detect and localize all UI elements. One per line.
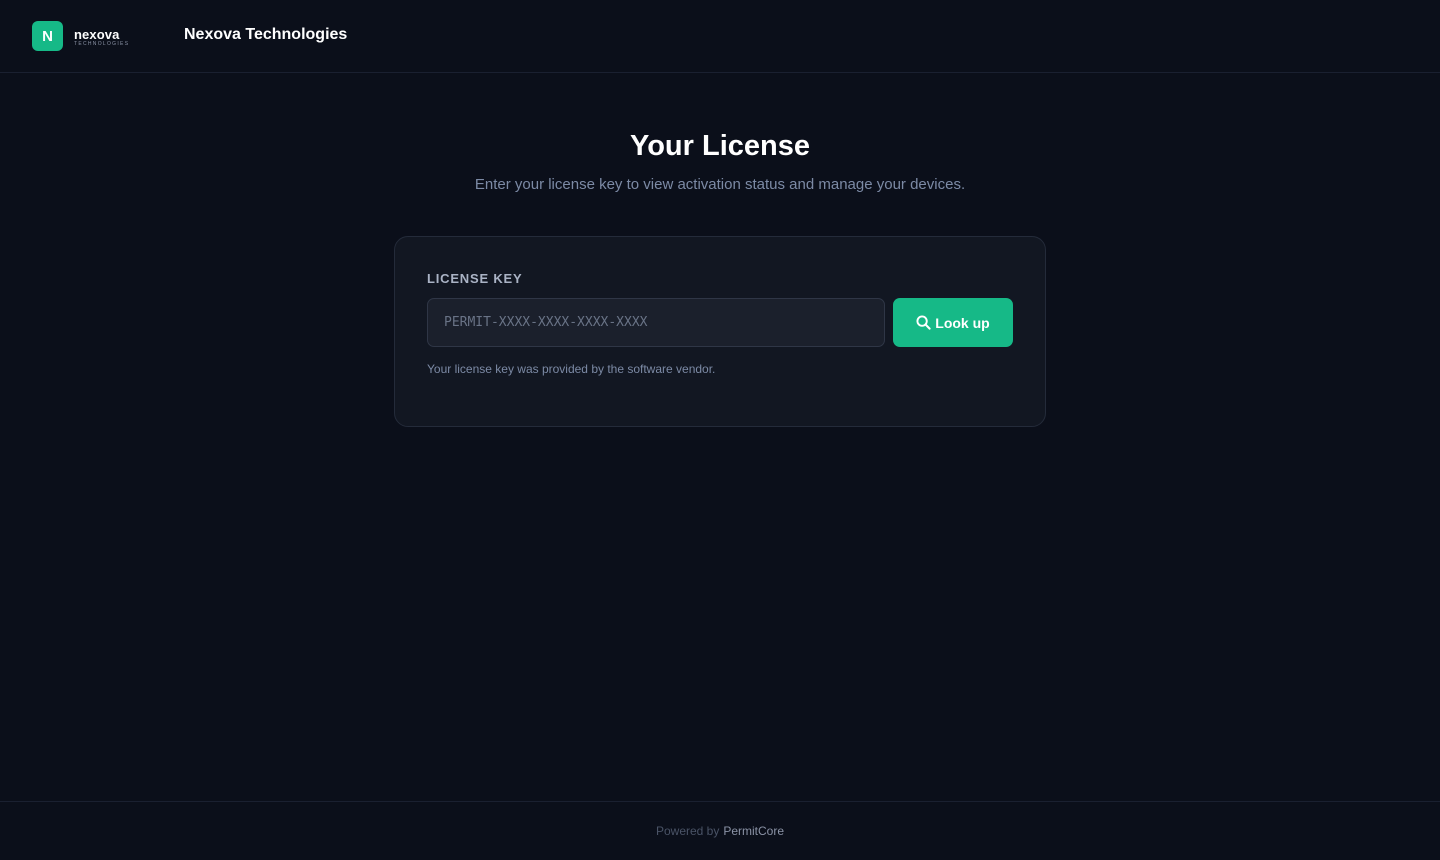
look-up-button[interactable]: Look up bbox=[893, 298, 1013, 347]
license-key-input[interactable] bbox=[427, 298, 885, 347]
logo-mark: N bbox=[32, 21, 63, 51]
logo-wordmark: nexova TECHNOLOGIES bbox=[74, 26, 129, 47]
footer-powered-by: Powered by bbox=[655, 824, 720, 838]
license-key-hint: Your license key was provided by the sof… bbox=[427, 362, 716, 376]
search-icon bbox=[916, 315, 931, 330]
logo-subtitle: TECHNOLOGIES bbox=[74, 40, 130, 47]
company-name: Nexova Technologies bbox=[184, 26, 348, 43]
license-key-label: LICENSE KEY bbox=[427, 271, 523, 286]
footer-brand-link[interactable]: PermitCore bbox=[723, 824, 784, 838]
brand-logo[interactable]: N nexova TECHNOLOGIES bbox=[32, 21, 129, 51]
license-page: N nexova TECHNOLOGIES Nexova Technologie… bbox=[0, 0, 1440, 860]
page-subtitle: Enter your license key to view activatio… bbox=[474, 176, 966, 193]
page-title: Your License bbox=[630, 130, 810, 162]
logo-name: nexova bbox=[74, 26, 120, 42]
look-up-button-label: Look up bbox=[935, 314, 990, 331]
license-lookup-card: LICENSE KEY Look up Your license key was… bbox=[394, 236, 1046, 427]
page-footer: Powered by PermitCore bbox=[0, 801, 1440, 860]
top-header: N nexova TECHNOLOGIES Nexova Technologie… bbox=[0, 0, 1440, 73]
